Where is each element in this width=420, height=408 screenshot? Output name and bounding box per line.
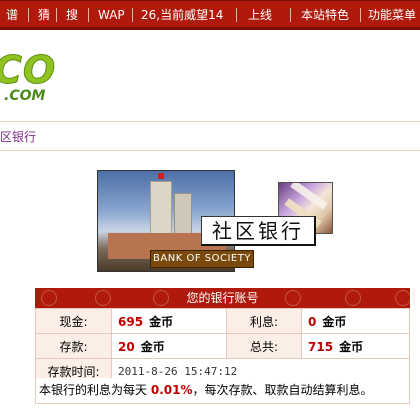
nav-link-features[interactable]: 本站特色 (301, 7, 349, 23)
nav-divider (88, 8, 89, 22)
cash-unit: 金币 (149, 314, 174, 329)
interest-cell: 0 金币 (301, 308, 410, 334)
table-row: 现金: 695 金币 利息: 0 金币 (35, 308, 410, 334)
nav-link-pu[interactable]: 谱 (6, 7, 18, 23)
logo-letters: CO (0, 48, 57, 93)
table-row: 存款: 20 金币 总共: 715 金币 (35, 333, 410, 359)
nav-divider (290, 8, 291, 22)
decor-icon (285, 290, 301, 306)
decor-icon (395, 290, 410, 306)
decor-icon (41, 290, 57, 306)
interest-unit: 金币 (322, 314, 347, 329)
note-suffix: ，每次存款、取款自动结算利息。 (192, 383, 373, 397)
bank-subtitle: BANK OF SOCIETY (150, 250, 254, 268)
deposit-time-value: 2011-8-26 15:47:12 (118, 365, 238, 378)
nav-divider (28, 8, 29, 22)
deposit-unit: 金币 (140, 339, 165, 354)
account-panel-header: 您的银行账号 (35, 288, 410, 308)
bank-account-panel: 您的银行账号 现金: 695 金币 利息: 0 金币 存款: 20 金币 总共: 71… (35, 288, 410, 384)
account-panel-title: 您的银行账号 (186, 291, 259, 305)
nav-divider (56, 8, 57, 22)
nav-link-online[interactable]: 上线 (248, 7, 272, 23)
nav-link-menu[interactable]: 功能菜单 (368, 7, 416, 23)
nav-link-search[interactable]: 搜 (66, 7, 78, 23)
deposit-label: 存款: (35, 333, 112, 359)
nav-divider (360, 8, 361, 22)
interest-note: 本银行的利息为每天 0.01%，每次存款、取款自动结算利息。 (35, 378, 410, 404)
breadcrumb-current[interactable]: 区银行 (0, 128, 36, 145)
cash-label: 现金: (35, 308, 112, 334)
bank-title: 社区银行 (201, 216, 316, 246)
total-label: 总共: (226, 333, 302, 359)
flag-mark (158, 173, 164, 179)
deposit-cell: 20 金币 (111, 333, 227, 359)
total-value: 715 (308, 339, 334, 354)
interest-label: 利息: (226, 308, 302, 334)
total-unit: 金币 (339, 339, 364, 354)
nav-divider (132, 8, 133, 22)
deposit-value: 20 (118, 339, 135, 354)
logo-domain-suffix: .COM (4, 88, 46, 104)
cash-cell: 695 金币 (111, 308, 227, 334)
note-prefix: 本银行的利息为每天 (39, 383, 148, 397)
cash-value: 695 (118, 314, 144, 329)
interest-rate: 0.01% (150, 383, 193, 397)
nav-divider (236, 8, 237, 22)
site-logo[interactable]: CO .COM (0, 48, 120, 108)
top-nav-bar: 谱 猜 搜 WAP 26,当前威望14 上线 本站特色 功能菜单 (0, 0, 420, 30)
reputation-status: 26,当前威望14 (141, 8, 224, 22)
decor-icon (345, 290, 361, 306)
total-cell: 715 金币 (301, 333, 410, 359)
decor-icon (95, 290, 111, 306)
nav-link-guess[interactable]: 猜 (38, 7, 50, 23)
breadcrumb: 区银行 (0, 121, 420, 151)
decor-icon (153, 290, 169, 306)
interest-value: 0 (308, 314, 317, 329)
account-table: 现金: 695 金币 利息: 0 金币 存款: 20 金币 总共: 715 金币 存款时… (35, 308, 410, 384)
nav-link-wap[interactable]: WAP (98, 7, 125, 23)
